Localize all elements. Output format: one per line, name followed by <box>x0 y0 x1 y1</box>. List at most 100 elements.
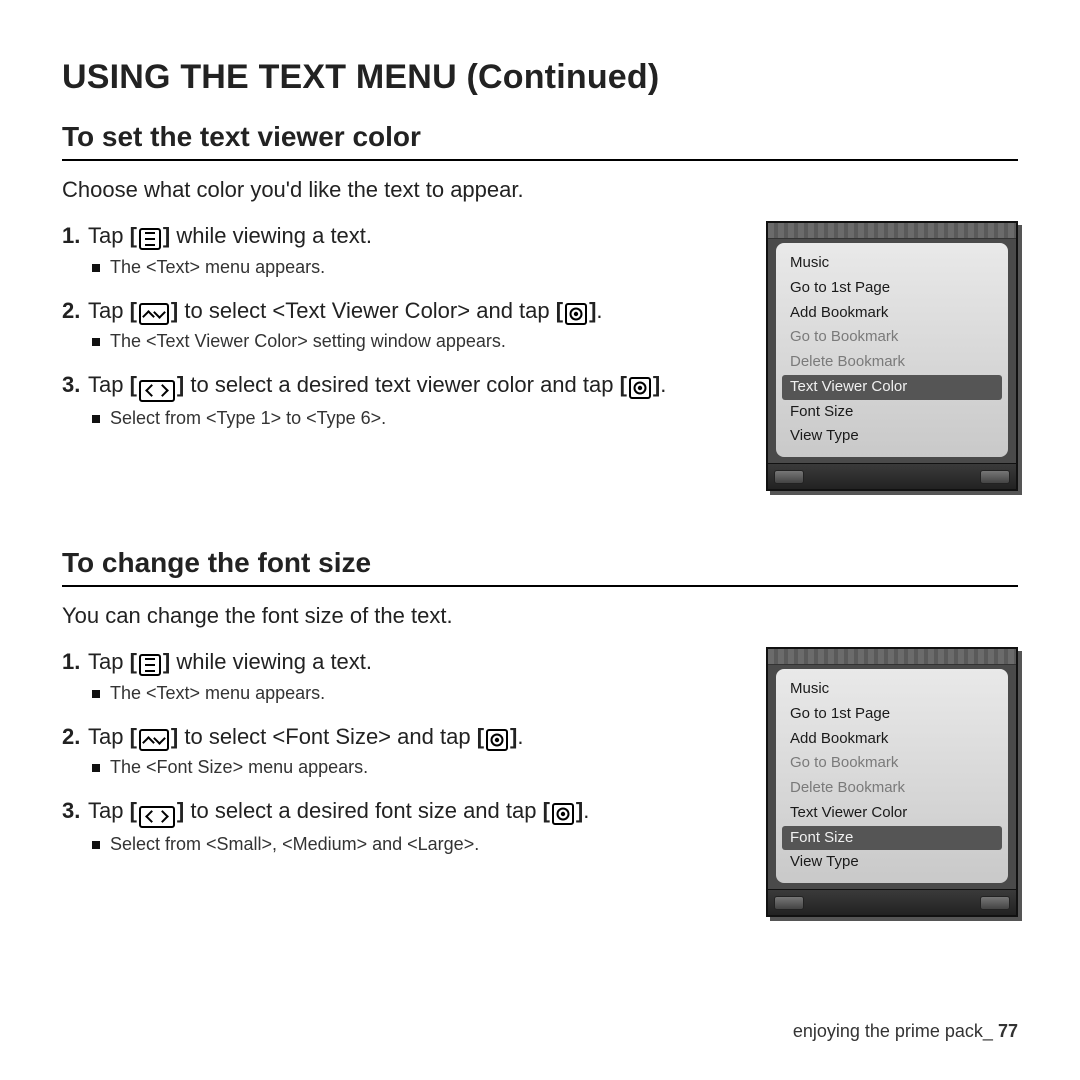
text: to select a desired text viewer color an… <box>184 372 619 397</box>
device-bottom-strip <box>768 463 1016 489</box>
device-menu-item: Music <box>782 677 1002 702</box>
step-3: 3. Tap [] to select a desired text viewe… <box>62 370 744 402</box>
section-intro: Choose what color you'd like the text to… <box>62 177 1018 203</box>
section-heading: To change the font size <box>62 547 1018 587</box>
step-1: 1. Tap [] while viewing a text. <box>62 647 744 677</box>
device-menu-item: Delete Bookmark <box>782 350 1002 375</box>
device-menu-item: Text Viewer Color <box>782 375 1002 400</box>
device-menu-item: Text Viewer Color <box>782 801 1002 826</box>
step-number: 3. <box>62 796 88 826</box>
device-top-strip <box>768 223 1016 239</box>
device-menu-panel: MusicGo to 1st PageAdd BookmarkGo to Boo… <box>776 243 1008 457</box>
text: . <box>596 298 602 323</box>
device-knob <box>980 470 1010 484</box>
device-menu-item: Font Size <box>782 400 1002 425</box>
text: Tap <box>88 372 130 397</box>
step-2-sub: The <Text Viewer Color> setting window a… <box>92 331 744 352</box>
text: Tap <box>88 298 130 323</box>
up-down-icon <box>139 729 169 751</box>
text: Tap <box>88 724 130 749</box>
bullet-icon <box>92 690 100 698</box>
device-mock-2: MusicGo to 1st PageAdd BookmarkGo to Boo… <box>766 647 1018 917</box>
step-1-sub: The <Text> menu appears. <box>92 683 744 704</box>
device-knob <box>774 470 804 484</box>
text-bold: <Font Size> <box>272 724 391 749</box>
left-right-icon <box>139 380 175 402</box>
text: . <box>583 798 589 823</box>
ok-icon <box>552 803 574 825</box>
device-mock-1: MusicGo to 1st PageAdd BookmarkGo to Boo… <box>766 221 1018 491</box>
page-title: USING THE TEXT MENU (Continued) <box>62 58 1018 97</box>
device-menu-item: View Type <box>782 850 1002 875</box>
ok-icon <box>565 303 587 325</box>
device-menu-item: Font Size <box>782 826 1002 851</box>
step-3: 3. Tap [] to select a desired font size … <box>62 796 744 828</box>
text: Select from <Small>, <Medium> and <Large… <box>110 834 479 855</box>
device-top-strip <box>768 649 1016 665</box>
step-1-sub: The <Text> menu appears. <box>92 257 744 278</box>
text: . <box>660 372 666 397</box>
step-1: 1. Tap [] while viewing a text. <box>62 221 744 251</box>
page-footer: enjoying the prime pack_ 77 <box>793 1021 1018 1042</box>
ok-icon <box>486 729 508 751</box>
text: while viewing a text. <box>170 223 372 248</box>
text: The <Text> menu appears. <box>110 257 325 278</box>
step-number: 2. <box>62 722 88 752</box>
section-heading: To set the text viewer color <box>62 121 1018 161</box>
step-2: 2. Tap [] to select <Text Viewer Color> … <box>62 296 744 326</box>
menu-icon <box>139 228 161 250</box>
menu-icon <box>139 654 161 676</box>
device-menu-item: Go to 1st Page <box>782 702 1002 727</box>
up-down-icon <box>139 303 169 325</box>
bullet-icon <box>92 764 100 772</box>
device-bottom-strip <box>768 889 1016 915</box>
text-bold: <Text Viewer Color> <box>272 298 470 323</box>
steps-list: 1. Tap [] while viewing a text. The <Tex… <box>62 221 744 447</box>
device-knob <box>980 896 1010 910</box>
text: Tap <box>88 798 130 823</box>
device-menu-item: Add Bookmark <box>782 301 1002 326</box>
text: to select a desired font size and tap <box>184 798 542 823</box>
section-text-viewer-color: To set the text viewer color Choose what… <box>62 121 1018 491</box>
text: while viewing a text. <box>170 649 372 674</box>
text: to select <box>178 298 272 323</box>
steps-list: 1. Tap [] while viewing a text. The <Tex… <box>62 647 744 873</box>
bullet-icon <box>92 841 100 849</box>
step-number: 3. <box>62 370 88 400</box>
device-menu-item: Music <box>782 251 1002 276</box>
step-2-sub: The <Font Size> menu appears. <box>92 757 744 778</box>
ok-icon <box>629 377 651 399</box>
section-font-size: To change the font size You can change t… <box>62 547 1018 917</box>
device-knob <box>774 896 804 910</box>
section-intro: You can change the font size of the text… <box>62 603 1018 629</box>
bullet-icon <box>92 264 100 272</box>
bullet-icon <box>92 415 100 423</box>
text: Tap <box>88 649 130 674</box>
text: to select <box>178 724 272 749</box>
text: The <Font Size> menu appears. <box>110 757 368 778</box>
step-3-sub: Select from <Type 1> to <Type 6>. <box>92 408 744 429</box>
text: The <Text Viewer Color> setting window a… <box>110 331 506 352</box>
text: Tap <box>88 223 130 248</box>
text: . <box>517 724 523 749</box>
text: and tap <box>391 724 477 749</box>
device-menu-panel: MusicGo to 1st PageAdd BookmarkGo to Boo… <box>776 669 1008 883</box>
step-2: 2. Tap [] to select <Font Size> and tap … <box>62 722 744 752</box>
step-3-sub: Select from <Small>, <Medium> and <Large… <box>92 834 744 855</box>
footer-label: enjoying the prime pack_ <box>793 1021 993 1041</box>
device-menu-item: Add Bookmark <box>782 727 1002 752</box>
device-menu-item: Go to Bookmark <box>782 751 1002 776</box>
page-number: 77 <box>998 1021 1018 1041</box>
step-number: 1. <box>62 221 88 251</box>
device-menu-item: View Type <box>782 424 1002 449</box>
step-number: 1. <box>62 647 88 677</box>
device-menu-item: Delete Bookmark <box>782 776 1002 801</box>
text: The <Text> menu appears. <box>110 683 325 704</box>
left-right-icon <box>139 806 175 828</box>
text: and tap <box>470 298 556 323</box>
text: Select from <Type 1> to <Type 6>. <box>110 408 386 429</box>
device-menu-item: Go to 1st Page <box>782 276 1002 301</box>
bullet-icon <box>92 338 100 346</box>
step-number: 2. <box>62 296 88 326</box>
device-menu-item: Go to Bookmark <box>782 325 1002 350</box>
